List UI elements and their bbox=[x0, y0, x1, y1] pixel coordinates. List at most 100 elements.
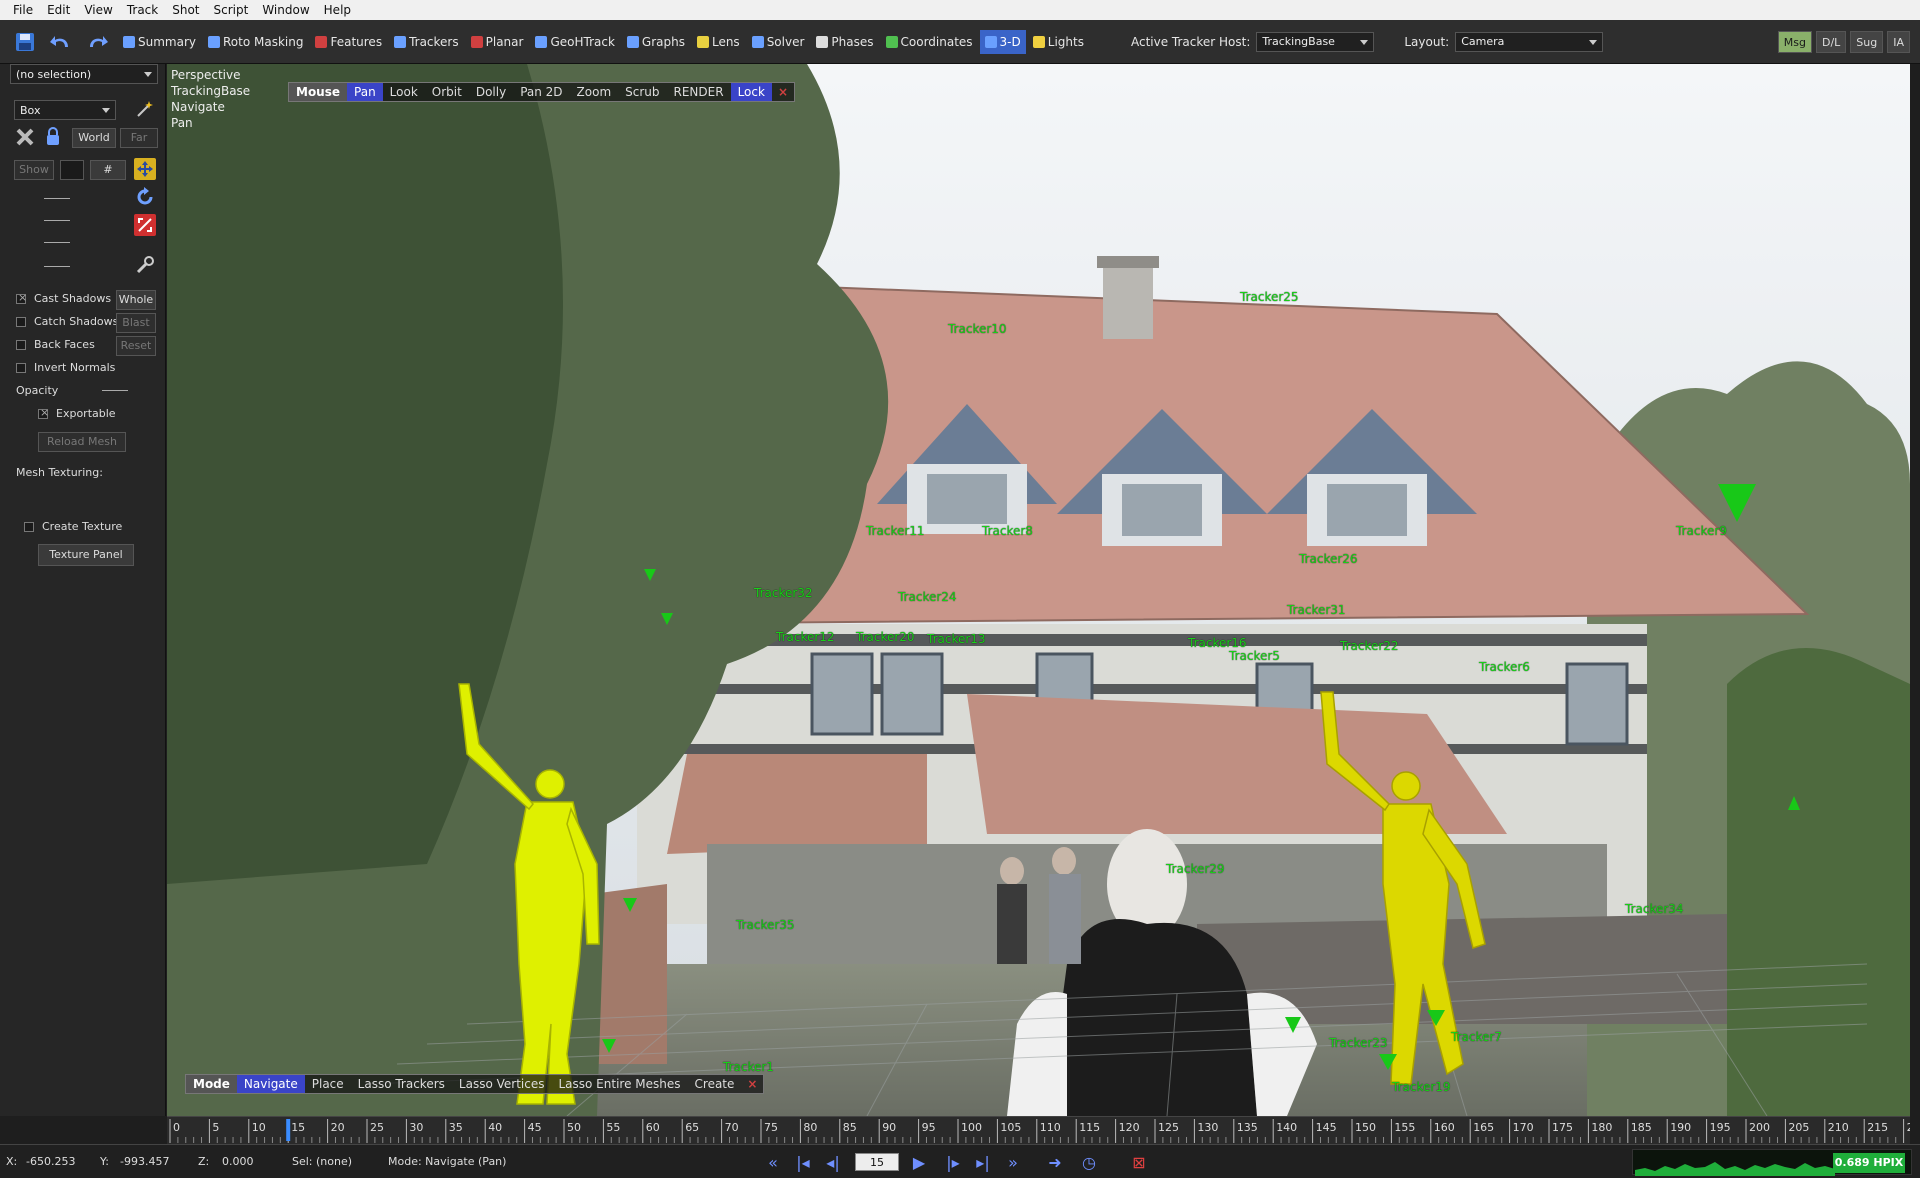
mode-lasso-entire-meshes[interactable]: Lasso Entire Meshes bbox=[551, 1075, 687, 1093]
tracker-label[interactable]: Tracker12 bbox=[776, 630, 835, 644]
panel-tab-d-l[interactable]: D/L bbox=[1815, 31, 1847, 53]
tracker-label[interactable]: Tracker25 bbox=[1240, 290, 1299, 304]
selection-select[interactable]: (no selection) bbox=[10, 64, 158, 84]
exportable-checkbox[interactable]: Exportable bbox=[38, 406, 116, 420]
menu-window[interactable]: Window bbox=[255, 0, 316, 20]
tracker-label[interactable]: Tracker11 bbox=[866, 524, 925, 538]
tracker-label[interactable]: Tracker31 bbox=[1287, 603, 1346, 617]
invert-normals-checkbox[interactable]: Invert Normals bbox=[16, 361, 115, 374]
scale-icon[interactable] bbox=[134, 214, 156, 236]
tab-coordinates[interactable]: Coordinates bbox=[881, 30, 978, 54]
whole-button[interactable]: Whole bbox=[116, 290, 156, 310]
move-arrows-icon[interactable] bbox=[134, 158, 156, 180]
menu-file[interactable]: File bbox=[6, 0, 40, 20]
tab-lights[interactable]: Lights bbox=[1028, 30, 1089, 54]
tracker-label[interactable]: Tracker34 bbox=[1625, 902, 1684, 916]
current-frame-marker[interactable] bbox=[286, 1119, 291, 1141]
far-button[interactable]: Far bbox=[120, 128, 158, 148]
tab-solver[interactable]: Solver bbox=[747, 30, 810, 54]
menu-track[interactable]: Track bbox=[120, 0, 165, 20]
mode-pan[interactable]: Pan bbox=[347, 83, 383, 101]
world-button[interactable]: World bbox=[72, 128, 116, 148]
size-field[interactable] bbox=[44, 266, 70, 267]
tab-planar[interactable]: Planar bbox=[466, 30, 529, 54]
step-to-start-icon[interactable]: |◂ bbox=[792, 1151, 814, 1173]
wand-icon[interactable] bbox=[134, 98, 156, 120]
close-icon[interactable]: × bbox=[772, 85, 794, 99]
lock-icon[interactable] bbox=[42, 126, 64, 148]
play-icon[interactable]: ▶ bbox=[908, 1151, 930, 1173]
save-icon[interactable] bbox=[10, 27, 40, 57]
shape-select[interactable]: Box bbox=[14, 100, 116, 120]
tab-roto-masking[interactable]: Roto Masking bbox=[203, 30, 308, 54]
mode-create[interactable]: Create bbox=[688, 1075, 742, 1093]
tab-features[interactable]: Features bbox=[310, 30, 387, 54]
mode-lasso-vertices[interactable]: Lasso Vertices bbox=[452, 1075, 552, 1093]
tab-lens[interactable]: Lens bbox=[692, 30, 745, 54]
mode-pan-2d[interactable]: Pan 2D bbox=[513, 83, 569, 101]
tracker-label[interactable]: Tracker19 bbox=[1392, 1080, 1451, 1094]
tracker-label[interactable]: Tracker5 bbox=[1229, 649, 1280, 663]
menu-view[interactable]: View bbox=[77, 0, 119, 20]
position-x-field[interactable] bbox=[44, 198, 70, 199]
mode-navigate[interactable]: Navigate bbox=[236, 1075, 305, 1093]
clock-icon[interactable]: ◷ bbox=[1078, 1151, 1100, 1173]
mode-zoom[interactable]: Zoom bbox=[570, 83, 619, 101]
menu-help[interactable]: Help bbox=[317, 0, 358, 20]
fast-forward-icon[interactable]: » bbox=[1002, 1151, 1024, 1173]
panel-tab-ia[interactable]: IA bbox=[1887, 31, 1910, 53]
mode-look[interactable]: Look bbox=[383, 83, 425, 101]
menu-script[interactable]: Script bbox=[207, 0, 256, 20]
tracker-label[interactable]: Tracker9 bbox=[1676, 524, 1727, 538]
hash-button[interactable]: # bbox=[90, 160, 126, 180]
opacity-field[interactable] bbox=[102, 390, 128, 391]
active-tracker-host-select[interactable]: TrackingBase bbox=[1256, 31, 1375, 52]
tracker-label[interactable]: Tracker32 bbox=[754, 586, 813, 600]
mode-scrub[interactable]: Scrub bbox=[618, 83, 666, 101]
show-button[interactable]: Show bbox=[14, 160, 54, 180]
tracker-label[interactable]: Tracker26 bbox=[1299, 552, 1358, 566]
frame-range-icon[interactable]: ⊠ bbox=[1128, 1151, 1150, 1173]
reset-button[interactable]: Reset bbox=[116, 336, 156, 356]
menu-shot[interactable]: Shot bbox=[165, 0, 206, 20]
catch-shadows-checkbox[interactable]: Catch Shadows bbox=[16, 315, 118, 328]
tracker-label[interactable]: Tracker20 bbox=[856, 630, 915, 644]
step-to-end-icon[interactable]: ▸| bbox=[972, 1151, 994, 1173]
color-swatch[interactable] bbox=[60, 160, 84, 180]
mode-render[interactable]: RENDER bbox=[667, 83, 731, 101]
tracker-label[interactable]: Tracker23 bbox=[1329, 1036, 1388, 1050]
cast-shadows-checkbox[interactable]: Cast Shadows bbox=[16, 291, 111, 305]
redo-icon[interactable] bbox=[82, 27, 112, 57]
panel-tab-msg[interactable]: Msg bbox=[1777, 31, 1812, 53]
position-z-field[interactable] bbox=[44, 242, 70, 243]
rotate-icon[interactable] bbox=[134, 186, 156, 208]
reload-mesh-button[interactable]: Reload Mesh bbox=[38, 432, 126, 452]
tab-summary[interactable]: Summary bbox=[118, 30, 201, 54]
tracker-label[interactable]: Tracker24 bbox=[898, 590, 957, 604]
perspective-viewport[interactable]: Tracker25 Tracker10 Tracker11 Tracker8 Track… bbox=[167, 64, 1910, 1116]
texture-panel-button[interactable]: Texture Panel bbox=[38, 544, 134, 566]
tracker-label[interactable]: Tracker1 bbox=[723, 1060, 774, 1074]
tab-phases[interactable]: Phases bbox=[811, 30, 878, 54]
position-y-field[interactable] bbox=[44, 220, 70, 221]
tracker-label[interactable]: Tracker7 bbox=[1451, 1030, 1502, 1044]
tab-trackers[interactable]: Trackers bbox=[389, 30, 464, 54]
current-frame-field[interactable]: 15 bbox=[855, 1153, 899, 1171]
panel-tab-sug[interactable]: Sug bbox=[1850, 31, 1884, 53]
blast-button[interactable]: Blast bbox=[116, 313, 156, 333]
tracker-label[interactable]: Tracker35 bbox=[736, 918, 795, 932]
pivot-tool-icon[interactable] bbox=[134, 254, 156, 276]
tab-geohtrack[interactable]: GeoHTrack bbox=[530, 30, 619, 54]
menu-edit[interactable]: Edit bbox=[40, 0, 77, 20]
create-texture-checkbox[interactable]: Create Texture bbox=[24, 520, 122, 533]
mode-lasso-trackers[interactable]: Lasso Trackers bbox=[351, 1075, 452, 1093]
mode-place[interactable]: Place bbox=[305, 1075, 351, 1093]
timeline-ruler[interactable]: 0 5 10 15 20 25 30 35 40 45 50 55 60 65 70 75 80 85 90 95 10… bbox=[167, 1117, 1920, 1145]
layout-select[interactable]: Camera bbox=[1455, 31, 1604, 52]
step-back-icon[interactable]: ◂| bbox=[822, 1151, 844, 1173]
close-icon[interactable]: × bbox=[741, 1077, 763, 1091]
back-faces-checkbox[interactable]: Back Faces bbox=[16, 338, 95, 351]
step-forward-icon[interactable]: |▸ bbox=[942, 1151, 964, 1173]
mode-orbit[interactable]: Orbit bbox=[425, 83, 469, 101]
rewind-to-start-icon[interactable]: « bbox=[762, 1151, 784, 1173]
